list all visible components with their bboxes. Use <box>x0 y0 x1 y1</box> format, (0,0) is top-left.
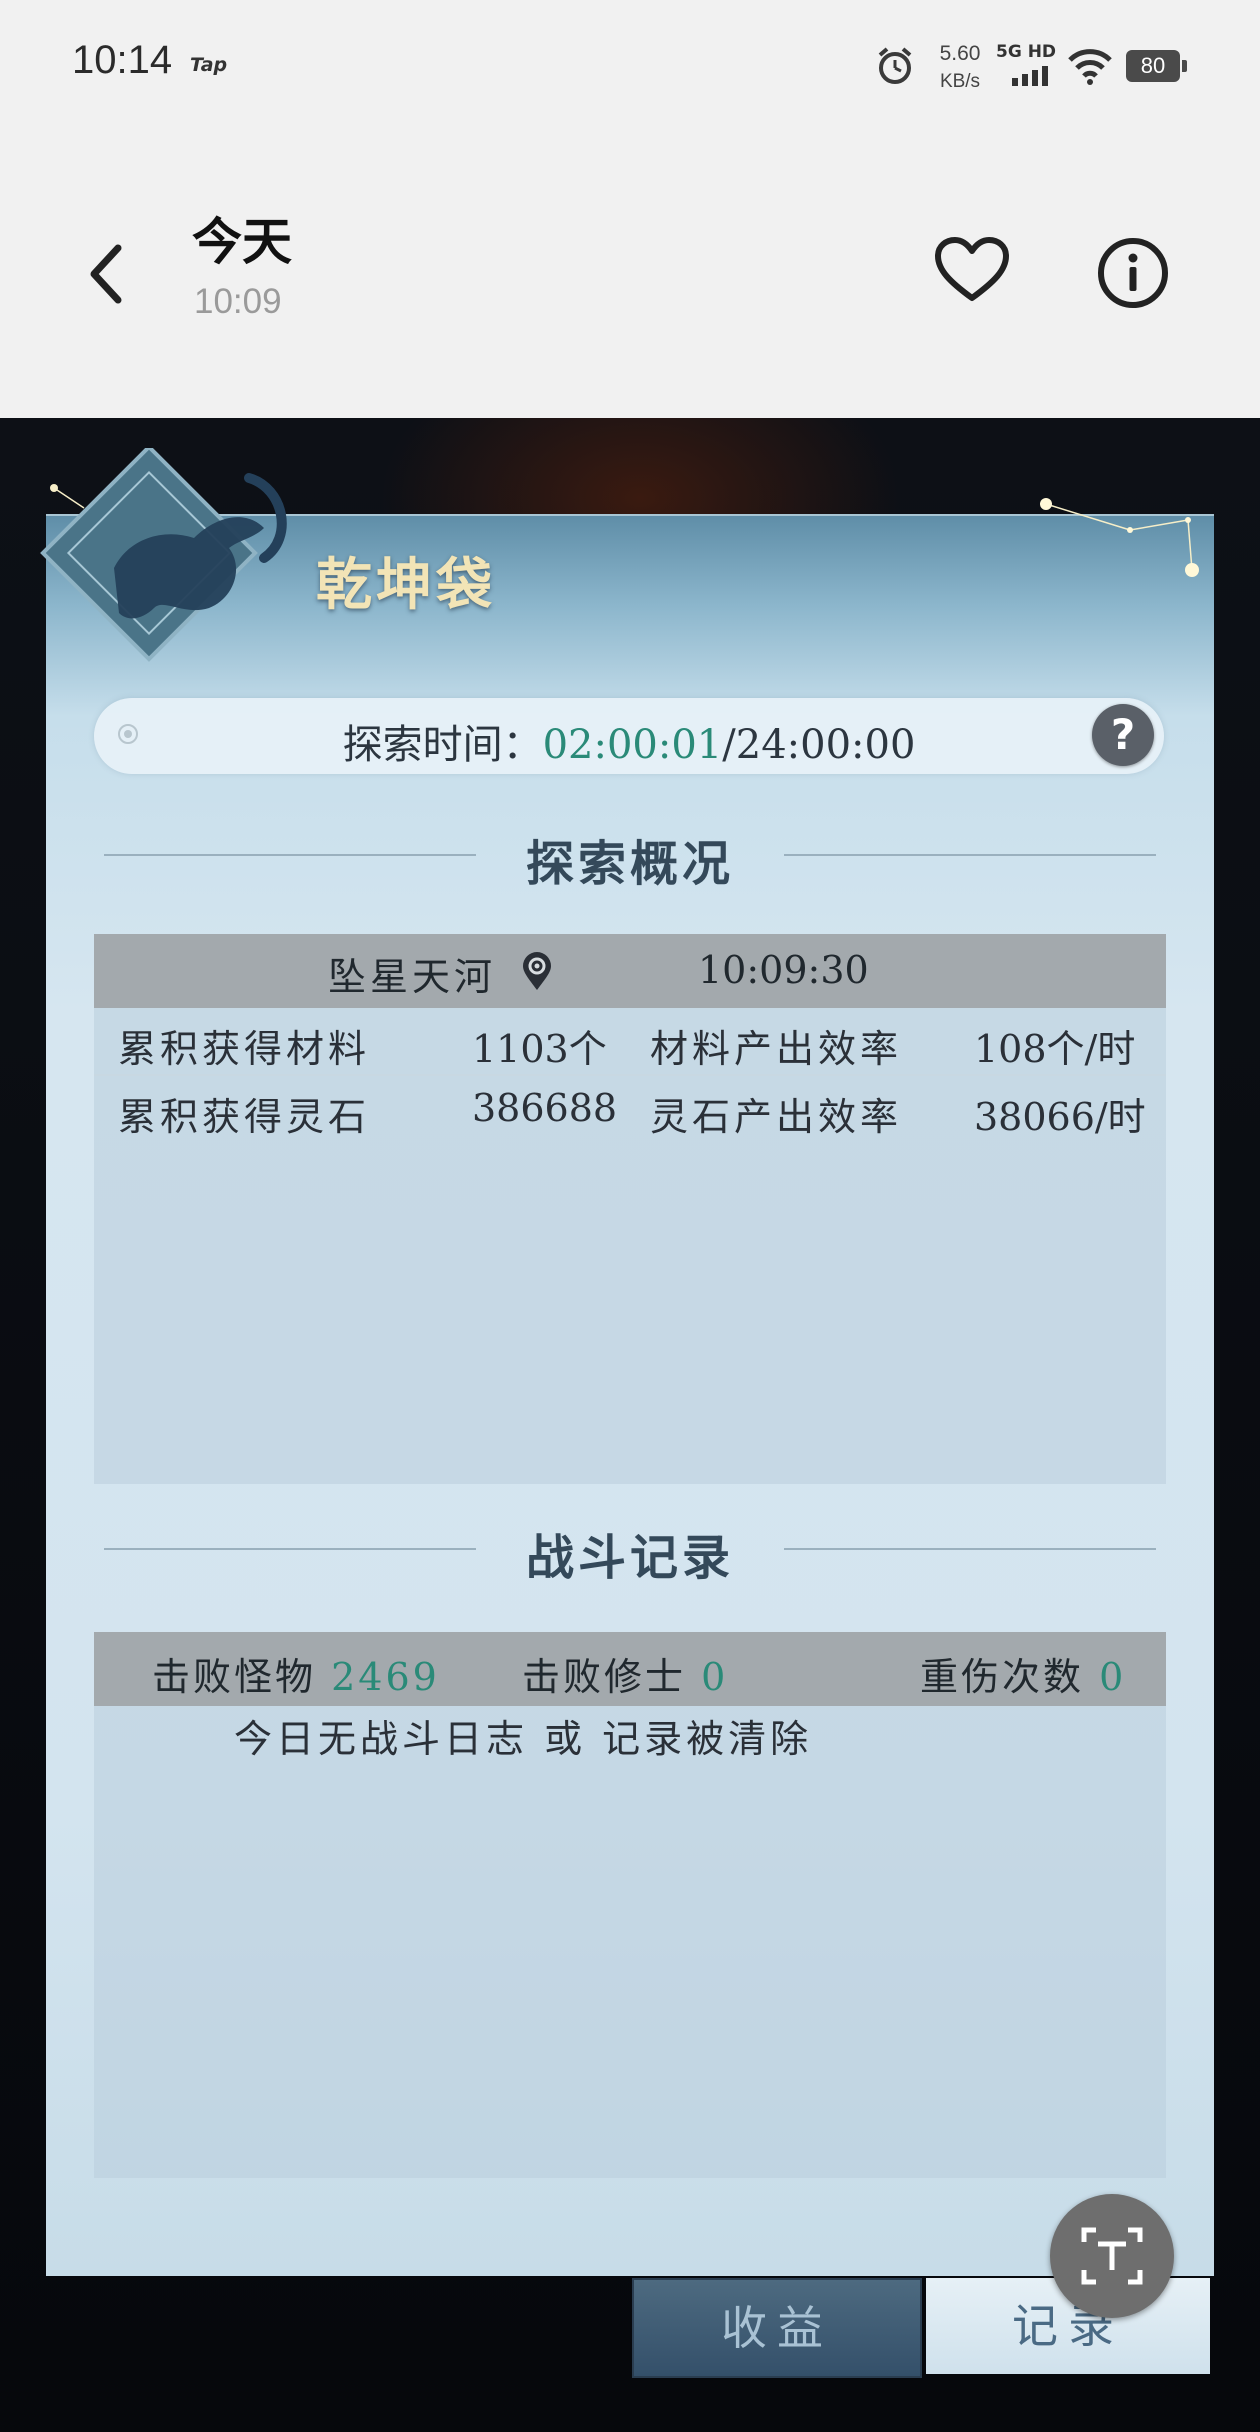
page-subtitle: 10:09 <box>194 282 282 321</box>
battle-box: 击败怪物 2469 击败修士 0 重伤次数 0 今日无战斗日志 或 记录被清除 <box>94 1632 1166 2178</box>
injuries-label: 重伤次数 <box>920 1655 1085 1699</box>
explore-total: /24:00:00 <box>722 722 916 768</box>
stat-value: 1103个 <box>472 1027 607 1071</box>
monsters-stat: 击败怪物 2469 <box>152 1646 440 1701</box>
stat-rate-label: 材料产出效率 <box>650 1027 903 1071</box>
stat-label: 累积获得灵石 <box>118 1095 371 1139</box>
battle-empty-message: 今日无战斗日志 或 记录被清除 <box>234 1717 813 1761</box>
overview-heading: 探索概况 <box>104 824 1156 892</box>
viewer-header: 10:14 Tap 5.60 KB/s 5G HD 80 今天 10:09 <box>0 0 1260 418</box>
net-speed: 5.60 KB/s <box>930 40 990 96</box>
heart-icon[interactable] <box>934 236 1010 304</box>
overview-heading-text: 探索概况 <box>525 836 734 892</box>
stat-rate-label: 灵石产出效率 <box>650 1095 903 1139</box>
page-title: 今天 <box>192 213 292 271</box>
help-icon[interactable]: ? <box>1092 704 1154 766</box>
overview-box: 坠星天河 10:09:30 累积获得材料 1103个 材料产出效率 108个/时… <box>94 934 1166 1484</box>
location-name: 坠星天河 <box>328 955 497 999</box>
back-arrow-icon[interactable] <box>78 232 138 312</box>
tap-label: Tap <box>190 54 228 76</box>
panel-title: 乾坤袋 <box>316 552 496 618</box>
net-speed-value: 5.60 <box>939 42 981 65</box>
battle-heading-text: 战斗记录 <box>525 1530 734 1586</box>
net-speed-unit: KB/s <box>939 71 981 92</box>
text-scan-icon <box>1081 2227 1143 2285</box>
overview-header-row: 坠星天河 10:09:30 <box>94 934 1166 1008</box>
explore-elapsed: 02:00:01 <box>542 722 723 768</box>
stat-value: 386688 <box>472 1086 618 1130</box>
signal-icon <box>1012 66 1048 86</box>
injuries-value: 0 <box>1099 1655 1127 1699</box>
network-type: 5G HD <box>996 42 1057 62</box>
battery-indicator: 80 <box>1126 50 1187 82</box>
cultivators-value: 0 <box>701 1655 729 1699</box>
constellation-decoration-icon <box>1040 498 1199 577</box>
cultivators-label: 击败修士 <box>522 1655 687 1699</box>
tab-income[interactable]: 收益 <box>632 2278 922 2378</box>
explore-time-bar: 探索时间：02:00:01/24:00:00 <box>94 698 1164 774</box>
stat-rate-value: 108个/时 <box>974 1027 1136 1071</box>
row-divider <box>94 1074 1166 1076</box>
text-scan-button[interactable] <box>1050 2194 1174 2318</box>
overview-time: 10:09:30 <box>698 948 869 992</box>
alarm-icon <box>878 47 912 84</box>
stat-label: 累积获得材料 <box>118 1027 371 1071</box>
battle-header-row: 击败怪物 2469 击败修士 0 重伤次数 0 <box>94 1632 1166 1706</box>
status-time: 10:14 <box>72 38 173 82</box>
cultivators-stat: 击败修士 0 <box>522 1646 728 1701</box>
battle-heading: 战斗记录 <box>104 1518 1156 1586</box>
stat-rate-value: 38066/时 <box>974 1095 1146 1139</box>
explore-time-label: 探索时间： <box>342 722 543 768</box>
info-icon[interactable] <box>1096 236 1170 310</box>
explore-time-text: 探索时间：02:00:01/24:00:00 <box>94 712 1164 770</box>
monsters-label: 击败怪物 <box>152 1655 317 1699</box>
beast-emblem-icon <box>40 448 287 662</box>
injuries-stat: 重伤次数 0 <box>920 1646 1126 1701</box>
location-pin-icon[interactable] <box>520 952 554 992</box>
wifi-icon <box>1068 49 1112 85</box>
monsters-value: 2469 <box>331 1655 440 1699</box>
